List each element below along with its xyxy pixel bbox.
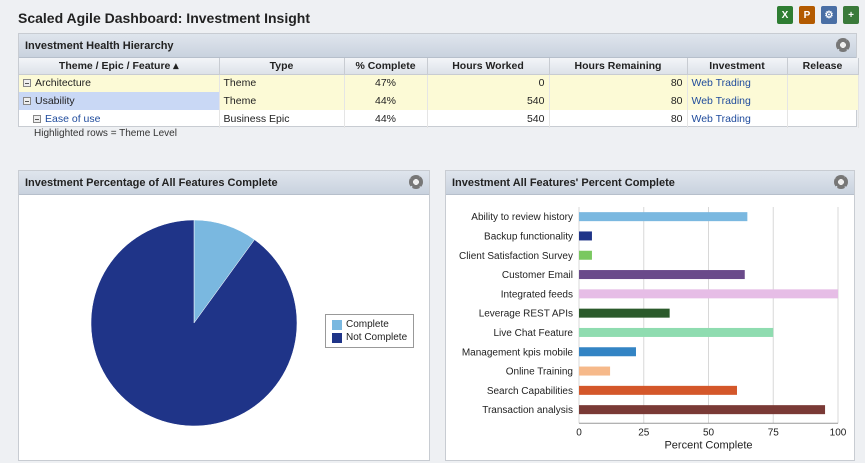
row-release (787, 92, 859, 110)
bar-backup-functionality[interactable] (579, 231, 592, 241)
bar-management-kpis-mobile[interactable] (579, 347, 636, 357)
row-investment-link[interactable]: Web Trading (687, 74, 788, 92)
y-category-label: Leverage REST APIs (479, 309, 573, 320)
legend-item[interactable]: Complete (332, 318, 407, 331)
panel-header: Investment Percentage of All Features Co… (19, 171, 429, 195)
column-header-hours-remaining[interactable]: Hours Remaining (549, 58, 688, 75)
bar-client-satisfaction-survey[interactable] (579, 250, 592, 260)
bar-chart: 0 25 50 75 100 Ability to review history Backu… (459, 207, 847, 451)
toolbar: X P ⚙ + (777, 6, 859, 24)
x-tick-label: 100 (830, 427, 847, 438)
x-tick-label: 50 (703, 427, 715, 438)
y-category-label: Client Satisfaction Survey (459, 251, 573, 262)
column-header-investment[interactable]: Investment (687, 58, 788, 75)
panel-header: Investment All Features' Percent Complet… (446, 171, 854, 195)
x-tick-label: 75 (768, 427, 780, 438)
pie-chart-panel: Investment Percentage of All Features Co… (18, 170, 430, 461)
y-category-label: Search Capabilities (487, 386, 573, 397)
row-name: Usability (35, 95, 75, 107)
collapse-icon[interactable] (23, 79, 31, 88)
row-type: Business Epic (219, 110, 345, 128)
legend-swatch (332, 319, 342, 330)
legend-item[interactable]: Not Complete (332, 331, 407, 344)
row-name[interactable]: Ease of use (45, 113, 100, 125)
table-row[interactable]: Ease of use Business Epic 44% 540 80 Web… (19, 110, 859, 128)
column-header-complete[interactable]: % Complete (344, 58, 428, 75)
row-release (787, 110, 859, 128)
highlight-note: Highlighted rows = Theme Level (34, 128, 177, 139)
panel-title: Investment Percentage of All Features Co… (25, 177, 278, 189)
gear-icon[interactable] (836, 38, 850, 52)
gear-icon[interactable] (834, 175, 848, 189)
column-header-hours-worked[interactable]: Hours Worked (427, 58, 550, 75)
row-complete: 44% (344, 92, 428, 110)
add-panel-icon[interactable]: + (843, 6, 859, 24)
y-category-label: Live Chat Feature (494, 328, 574, 339)
table-row[interactable]: Usability Theme 44% 540 80 Web Trading (19, 92, 859, 110)
column-header-name[interactable]: Theme / Epic / Feature ▴ (19, 58, 220, 75)
bar-ability-to-review-history[interactable] (579, 212, 748, 222)
row-hours-remaining: 80 (549, 110, 688, 128)
bar-leverage-rest-apis[interactable] (579, 308, 670, 318)
row-name-cell[interactable]: Architecture (19, 74, 220, 92)
pdf-export-icon[interactable]: P (799, 6, 815, 24)
row-name-cell[interactable]: Ease of use (19, 110, 220, 128)
app-header: Scaled Agile Dashboard: Investment Insig… (0, 0, 865, 30)
row-hours-remaining: 80 (549, 92, 688, 110)
row-hours-worked: 0 (427, 74, 550, 92)
y-category-label: Transaction analysis (482, 405, 573, 416)
y-category-label: Online Training (506, 367, 573, 378)
panel-title: Investment Health Hierarchy (25, 40, 174, 52)
panel-title: Investment All Features' Percent Complet… (452, 177, 675, 189)
row-complete: 47% (344, 74, 428, 92)
column-header-type[interactable]: Type (219, 58, 345, 75)
legend-swatch (332, 332, 342, 343)
configure-icon[interactable]: ⚙ (821, 6, 837, 24)
x-tick-label: 0 (576, 427, 582, 438)
y-category-label: Ability to review history (471, 212, 573, 223)
bar-customer-email[interactable] (579, 270, 745, 280)
pie-legend: Complete Not Complete (325, 314, 415, 348)
table-row[interactable]: Architecture Theme 47% 0 80 Web Trading (19, 74, 859, 92)
row-name-cell[interactable]: Usability (19, 92, 220, 110)
x-tick-label: 25 (638, 427, 650, 438)
panel-header: Investment Health Hierarchy (19, 34, 856, 58)
y-category-label: Management kpis mobile (462, 347, 574, 358)
expand-icon[interactable] (33, 115, 41, 124)
pie-slice-not-complete[interactable] (90, 219, 298, 427)
column-header-release[interactable]: Release (787, 58, 859, 75)
row-type: Theme (219, 92, 345, 110)
legend-label: Not Complete (346, 332, 408, 343)
row-release (787, 74, 859, 92)
bar-search-capabilities[interactable] (579, 385, 737, 395)
row-investment-link[interactable]: Web Trading (687, 110, 788, 128)
row-hours-remaining: 80 (549, 74, 688, 92)
y-category-label: Integrated feeds (501, 289, 573, 300)
row-investment-link[interactable]: Web Trading (687, 92, 788, 110)
gear-icon[interactable] (409, 175, 423, 189)
hierarchy-table: Theme / Epic / Feature ▴ Type % Complete… (19, 58, 859, 128)
excel-export-icon[interactable]: X (777, 6, 793, 24)
row-name: Architecture (35, 77, 92, 90)
legend-label: Complete (346, 319, 389, 330)
collapse-icon[interactable] (23, 97, 31, 106)
page-title: Scaled Agile Dashboard: Investment Insig… (18, 10, 310, 26)
investment-health-panel: Investment Health Hierarchy Theme / Epic… (18, 33, 859, 128)
y-category-label: Customer Email (502, 270, 573, 281)
bar-transaction-analysis[interactable] (579, 405, 826, 415)
row-hours-worked: 540 (427, 92, 550, 110)
bar-live-chat-feature[interactable] (579, 327, 774, 337)
row-type: Theme (219, 74, 345, 92)
bar-online-training[interactable] (579, 366, 611, 376)
bar-chart-panel: Investment All Features' Percent Complet… (445, 170, 855, 461)
row-hours-worked: 540 (427, 110, 550, 128)
x-axis-label: Percent Complete (664, 439, 752, 451)
row-complete: 44% (344, 110, 428, 128)
y-category-label: Backup functionality (484, 231, 573, 242)
bar-integrated-feeds[interactable] (579, 289, 838, 299)
